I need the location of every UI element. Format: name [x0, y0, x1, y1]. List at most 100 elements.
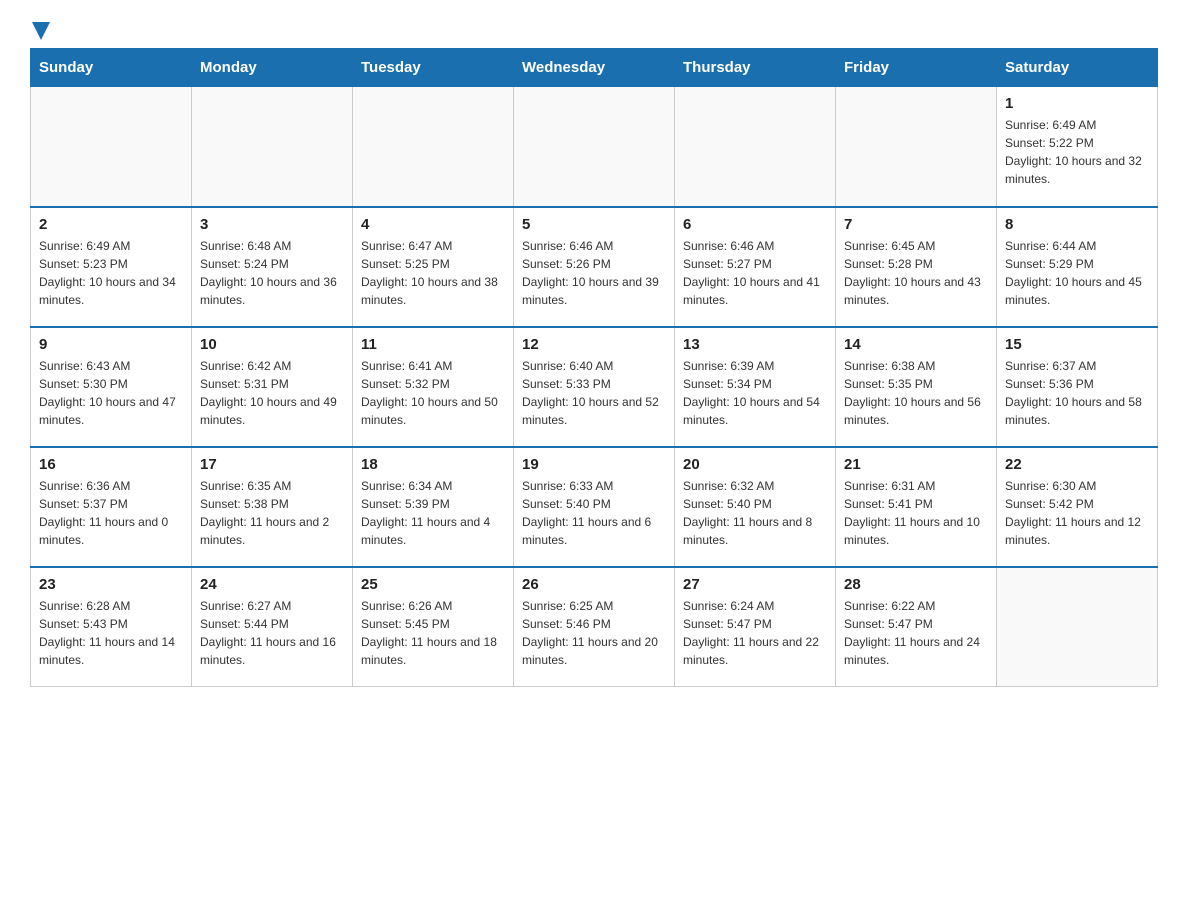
day-info: Sunrise: 6:37 AMSunset: 5:36 PMDaylight:… [1005, 357, 1149, 429]
logo [30, 20, 50, 38]
calendar-cell: 15Sunrise: 6:37 AMSunset: 5:36 PMDayligh… [997, 327, 1158, 447]
calendar-cell: 16Sunrise: 6:36 AMSunset: 5:37 PMDayligh… [31, 447, 192, 567]
day-number: 13 [683, 336, 827, 353]
logo-triangle-icon [32, 22, 50, 42]
calendar-cell: 24 Sunrise: 6:27 AMSunset: 5:44 PMDayligh… [192, 567, 353, 687]
day-info: Sunrise: 6:36 AMSunset: 5:37 PMDaylight:… [39, 477, 183, 549]
column-header-friday: Friday [836, 49, 997, 87]
day-info: Sunrise: 6:39 AMSunset: 5:34 PMDaylight:… [683, 357, 827, 429]
day-info: Sunrise: 6:28 AMSunset: 5:43 PMDaylight:… [39, 597, 183, 669]
calendar-cell: 18 Sunrise: 6:34 AMSunset: 5:39 PMDayligh… [353, 447, 514, 567]
calendar-cell: 7Sunrise: 6:45 AMSunset: 5:28 PMDaylight… [836, 207, 997, 327]
column-header-monday: Monday [192, 49, 353, 87]
day-info: Sunrise: 6:49 AMSunset: 5:23 PMDaylight:… [39, 237, 183, 309]
day-number: 19 [522, 456, 666, 473]
day-info: Sunrise: 6:41 AMSunset: 5:32 PMDaylight:… [361, 357, 505, 429]
day-info: Sunrise: 6:22 AMSunset: 5:47 PMDaylight:… [844, 597, 988, 669]
day-number: 28 [844, 576, 988, 593]
day-number: 9 [39, 336, 183, 353]
calendar-cell: 27 Sunrise: 6:24 AMSunset: 5:47 PMDayligh… [675, 567, 836, 687]
day-info: Sunrise: 6:46 AMSunset: 5:26 PMDaylight:… [522, 237, 666, 309]
calendar-week-row: 16Sunrise: 6:36 AMSunset: 5:37 PMDayligh… [31, 447, 1158, 567]
day-number: 12 [522, 336, 666, 353]
calendar-cell [836, 87, 997, 207]
calendar-week-row: 23 Sunrise: 6:28 AMSunset: 5:43 PMDayligh… [31, 567, 1158, 687]
day-number: 2 [39, 216, 183, 233]
calendar-cell [31, 87, 192, 207]
day-number: 11 [361, 336, 505, 353]
day-number: 1 [1005, 95, 1149, 112]
day-number: 22 [1005, 456, 1149, 473]
day-info: Sunrise: 6:34 AMSunset: 5:39 PMDaylight:… [361, 477, 505, 549]
column-header-thursday: Thursday [675, 49, 836, 87]
day-info: Sunrise: 6:42 AMSunset: 5:31 PMDaylight:… [200, 357, 344, 429]
day-number: 14 [844, 336, 988, 353]
day-number: 23 [39, 576, 183, 593]
day-info: Sunrise: 6:44 AMSunset: 5:29 PMDaylight:… [1005, 237, 1149, 309]
calendar-cell: 12 Sunrise: 6:40 AMSunset: 5:33 PMDayligh… [514, 327, 675, 447]
day-number: 20 [683, 456, 827, 473]
day-number: 6 [683, 216, 827, 233]
day-info: Sunrise: 6:31 AMSunset: 5:41 PMDaylight:… [844, 477, 988, 549]
calendar-cell: 11 Sunrise: 6:41 AMSunset: 5:32 PMDayligh… [353, 327, 514, 447]
day-info: Sunrise: 6:24 AMSunset: 5:47 PMDaylight:… [683, 597, 827, 669]
day-info: Sunrise: 6:30 AMSunset: 5:42 PMDaylight:… [1005, 477, 1149, 549]
calendar-cell [353, 87, 514, 207]
calendar-cell: 17 Sunrise: 6:35 AMSunset: 5:38 PMDayligh… [192, 447, 353, 567]
calendar-cell: 5 Sunrise: 6:46 AMSunset: 5:26 PMDaylight… [514, 207, 675, 327]
day-info: Sunrise: 6:46 AMSunset: 5:27 PMDaylight:… [683, 237, 827, 309]
day-info: Sunrise: 6:32 AMSunset: 5:40 PMDaylight:… [683, 477, 827, 549]
calendar-cell: 14 Sunrise: 6:38 AMSunset: 5:35 PMDayligh… [836, 327, 997, 447]
calendar-cell: 22 Sunrise: 6:30 AMSunset: 5:42 PMDayligh… [997, 447, 1158, 567]
day-info: Sunrise: 6:43 AMSunset: 5:30 PMDaylight:… [39, 357, 183, 429]
day-number: 17 [200, 456, 344, 473]
calendar-cell: 3 Sunrise: 6:48 AMSunset: 5:24 PMDaylight… [192, 207, 353, 327]
calendar-cell: 25 Sunrise: 6:26 AMSunset: 5:45 PMDayligh… [353, 567, 514, 687]
calendar-cell: 4Sunrise: 6:47 AMSunset: 5:25 PMDaylight… [353, 207, 514, 327]
calendar-cell: 6 Sunrise: 6:46 AMSunset: 5:27 PMDaylight… [675, 207, 836, 327]
column-header-saturday: Saturday [997, 49, 1158, 87]
calendar-cell [675, 87, 836, 207]
day-info: Sunrise: 6:26 AMSunset: 5:45 PMDaylight:… [361, 597, 505, 669]
day-number: 24 [200, 576, 344, 593]
calendar-cell [997, 567, 1158, 687]
day-info: Sunrise: 6:27 AMSunset: 5:44 PMDaylight:… [200, 597, 344, 669]
column-header-sunday: Sunday [31, 49, 192, 87]
calendar-cell: 21 Sunrise: 6:31 AMSunset: 5:41 PMDayligh… [836, 447, 997, 567]
day-info: Sunrise: 6:38 AMSunset: 5:35 PMDaylight:… [844, 357, 988, 429]
column-header-wednesday: Wednesday [514, 49, 675, 87]
day-number: 7 [844, 216, 988, 233]
day-number: 18 [361, 456, 505, 473]
calendar-cell: 1 Sunrise: 6:49 AMSunset: 5:22 PMDaylight… [997, 87, 1158, 207]
day-info: Sunrise: 6:33 AMSunset: 5:40 PMDaylight:… [522, 477, 666, 549]
calendar-cell [192, 87, 353, 207]
day-number: 8 [1005, 216, 1149, 233]
day-number: 5 [522, 216, 666, 233]
calendar-cell: 23 Sunrise: 6:28 AMSunset: 5:43 PMDayligh… [31, 567, 192, 687]
day-info: Sunrise: 6:35 AMSunset: 5:38 PMDaylight:… [200, 477, 344, 549]
calendar-cell: 20 Sunrise: 6:32 AMSunset: 5:40 PMDayligh… [675, 447, 836, 567]
calendar-cell: 26 Sunrise: 6:25 AMSunset: 5:46 PMDayligh… [514, 567, 675, 687]
calendar-table: SundayMondayTuesdayWednesdayThursdayFrid… [30, 48, 1158, 687]
calendar-week-row: 9 Sunrise: 6:43 AMSunset: 5:30 PMDaylight… [31, 327, 1158, 447]
calendar-cell: 9 Sunrise: 6:43 AMSunset: 5:30 PMDaylight… [31, 327, 192, 447]
day-number: 3 [200, 216, 344, 233]
column-header-tuesday: Tuesday [353, 49, 514, 87]
calendar-cell: 10 Sunrise: 6:42 AMSunset: 5:31 PMDayligh… [192, 327, 353, 447]
day-number: 27 [683, 576, 827, 593]
calendar-cell: 13 Sunrise: 6:39 AMSunset: 5:34 PMDayligh… [675, 327, 836, 447]
calendar-cell: 8 Sunrise: 6:44 AMSunset: 5:29 PMDaylight… [997, 207, 1158, 327]
day-info: Sunrise: 6:49 AMSunset: 5:22 PMDaylight:… [1005, 116, 1149, 188]
day-number: 4 [361, 216, 505, 233]
day-number: 26 [522, 576, 666, 593]
day-info: Sunrise: 6:40 AMSunset: 5:33 PMDaylight:… [522, 357, 666, 429]
calendar-cell [514, 87, 675, 207]
day-info: Sunrise: 6:48 AMSunset: 5:24 PMDaylight:… [200, 237, 344, 309]
day-number: 10 [200, 336, 344, 353]
day-number: 25 [361, 576, 505, 593]
day-number: 21 [844, 456, 988, 473]
calendar-cell: 2 Sunrise: 6:49 AMSunset: 5:23 PMDaylight… [31, 207, 192, 327]
calendar-header-row: SundayMondayTuesdayWednesdayThursdayFrid… [31, 49, 1158, 87]
calendar-cell: 19 Sunrise: 6:33 AMSunset: 5:40 PMDayligh… [514, 447, 675, 567]
day-info: Sunrise: 6:25 AMSunset: 5:46 PMDaylight:… [522, 597, 666, 669]
